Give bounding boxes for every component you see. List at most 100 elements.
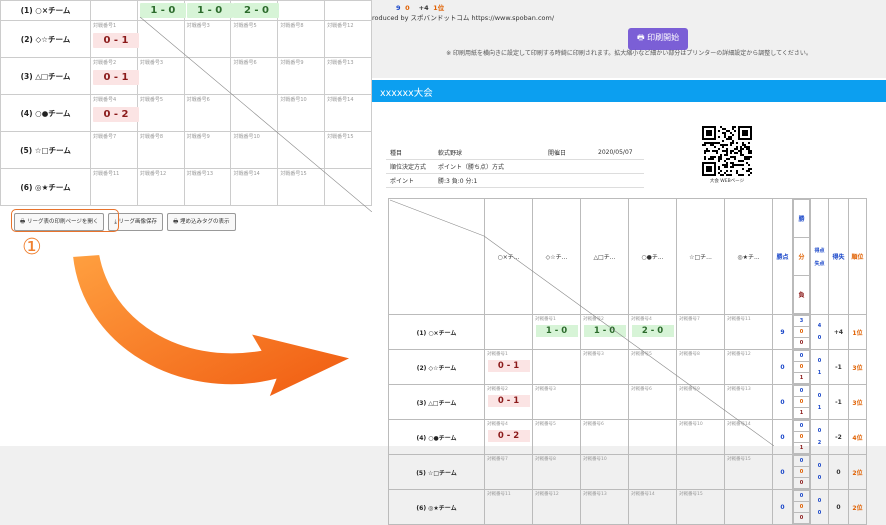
goals-cell: 00 bbox=[810, 454, 829, 490]
diff-header: 得失 bbox=[828, 198, 849, 315]
match-number: 対戦番号11 bbox=[487, 492, 511, 497]
match-cell bbox=[676, 454, 725, 490]
match-number: 対戦番号8 bbox=[535, 457, 556, 462]
tournament-info: 種目 軟式野球 開催日 2020/05/07 順位決定方式 ポイント（勝ち点）方式 ポイント… bbox=[386, 146, 644, 188]
goals-cell: 00 bbox=[810, 489, 829, 525]
match-number: 対戦番号15 bbox=[727, 457, 751, 462]
score: 1 - 0 bbox=[186, 3, 233, 18]
printer-icon: 🖶 bbox=[637, 33, 645, 42]
points-cell: 0 bbox=[772, 454, 793, 490]
team-name: (6) ◎★チーム bbox=[388, 489, 485, 525]
wdl-cell: 300 bbox=[792, 314, 811, 350]
info-cell: 種目 bbox=[386, 146, 434, 160]
team-name: (2) ◇☆チーム bbox=[0, 20, 91, 58]
print-start-button[interactable]: 🖶 印刷開始 bbox=[628, 28, 689, 50]
diff-cell: +4 bbox=[828, 314, 849, 350]
info-cell bbox=[544, 173, 594, 188]
wdl-header: 勝分負 bbox=[792, 198, 811, 315]
info-cell: ポイント bbox=[386, 173, 434, 188]
info-cell: 順位決定方式 bbox=[386, 159, 434, 174]
match-cell: 対戦番号12 bbox=[532, 489, 581, 525]
match-cell bbox=[628, 454, 677, 490]
info-cell: 2020/05/07 bbox=[594, 146, 644, 160]
printer-icon: 🖶 bbox=[173, 219, 179, 225]
match-number: 対戦番号10 bbox=[583, 457, 607, 462]
points-cell: 0 bbox=[772, 349, 793, 385]
info-cell: ポイント（勝ち点）方式 bbox=[434, 159, 544, 174]
diff-cell: -1 bbox=[828, 384, 849, 420]
callout-number: ① bbox=[22, 235, 42, 260]
info-row: 種目 軟式野球 開催日 2020/05/07 bbox=[386, 146, 644, 160]
goals-cell: 40 bbox=[810, 314, 829, 350]
diagonal-line bbox=[139, 17, 372, 212]
info-cell bbox=[594, 159, 644, 174]
wdl-cell: 000 bbox=[792, 489, 811, 525]
goals-cell: 01 bbox=[810, 384, 829, 420]
score: 1 - 0 bbox=[139, 3, 186, 18]
team-name: (3) △□チーム bbox=[0, 57, 91, 95]
info-cell: 勝:3 負:0 分:1 bbox=[434, 173, 544, 188]
info-row: 順位決定方式 ポイント（勝ち点）方式 bbox=[386, 159, 644, 174]
points-cell: 0 bbox=[772, 419, 793, 455]
wdl-cell: 000 bbox=[792, 454, 811, 490]
table-row: (6) ◎★チーム 対戦番号11 対戦番号12 対戦番号13 対戦番号14 対戦番号15 0… bbox=[388, 489, 867, 525]
match-number: 対戦番号12 bbox=[535, 492, 559, 497]
rank-cell: 2位 bbox=[848, 489, 867, 525]
rank-cell: 3位 bbox=[848, 349, 867, 385]
diff-cell: 0 bbox=[828, 489, 849, 525]
print-preview-panel: 9 0 +4 1位 roduced by スポバンドットコム https://w… bbox=[372, 0, 886, 525]
arrow-graphic bbox=[70, 252, 355, 400]
goals-cell: 01 bbox=[810, 349, 829, 385]
match-cell: 対戦番号7 bbox=[484, 454, 533, 490]
match-cell: 対戦番号15 bbox=[676, 489, 725, 525]
info-cell: 開催日 bbox=[544, 146, 594, 160]
tournament-title: xxxxxx大会 bbox=[372, 80, 886, 102]
team-name: (1) ○×チーム bbox=[0, 0, 91, 21]
rank-cell: 3位 bbox=[848, 384, 867, 420]
match-cell: 対戦番号15 bbox=[724, 454, 773, 490]
match-number: 対戦番号15 bbox=[679, 492, 703, 497]
match-cell: 対戦番号13 bbox=[580, 489, 629, 525]
info-cell bbox=[594, 173, 644, 188]
info-row: ポイント 勝:3 負:0 分:1 bbox=[386, 173, 644, 188]
match-cell: 対戦番号10 bbox=[580, 454, 629, 490]
team-name: (5) ☆□チーム bbox=[0, 131, 91, 169]
print-note: ※ 印刷用紙を横向きに設定して印刷する時綺に印刷されます。拡大縮小など細かい部分… bbox=[446, 50, 812, 57]
wdl-cell: 001 bbox=[792, 384, 811, 420]
match-cell: 対戦番号8 bbox=[532, 454, 581, 490]
rank-cell: 4位 bbox=[848, 419, 867, 455]
goals-cell: 02 bbox=[810, 419, 829, 455]
team-name: (4) ○●チーム bbox=[0, 94, 91, 132]
qr-code bbox=[702, 126, 752, 176]
rank-cell: 2位 bbox=[848, 454, 867, 490]
info-cell: 軟式野球 bbox=[434, 146, 544, 160]
wdl-cell: 001 bbox=[792, 419, 811, 455]
embed-tag-button[interactable]: 🖶 埋め込みタグの表示 bbox=[167, 213, 236, 231]
partial-stats: 9 0 +4 1位 bbox=[396, 4, 445, 12]
diagonal-line bbox=[389, 199, 774, 446]
points-header: 勝点 bbox=[772, 198, 793, 315]
goals-header: 得点 失点 bbox=[810, 198, 829, 315]
match-cell: 対戦番号14 bbox=[628, 489, 677, 525]
match-cell: 対戦番号11 bbox=[484, 489, 533, 525]
info-cell bbox=[544, 159, 594, 174]
rank-header: 順位 bbox=[848, 198, 867, 315]
match-number: 対戦番号14 bbox=[631, 492, 655, 497]
produced-by: roduced by スポバンドットコム https://www.spoban.… bbox=[372, 14, 555, 22]
rank-cell: 1位 bbox=[848, 314, 867, 350]
print-controls-band: 9 0 +4 1位 roduced by スポバンドットコム https://w… bbox=[372, 0, 886, 78]
qr-label: 大会 WEBページ bbox=[709, 179, 745, 184]
team-name: (6) ◎★チーム bbox=[0, 168, 91, 206]
match-number: 対戦番号7 bbox=[487, 457, 508, 462]
table-row: (5) ☆□チーム 対戦番号7 対戦番号8 対戦番号10 対戦番号15 0 0 0 0 0 0 0 2位 bbox=[388, 454, 867, 490]
points-cell: 0 bbox=[772, 384, 793, 420]
team-name: (5) ☆□チーム bbox=[388, 454, 485, 490]
diff-cell: -2 bbox=[828, 419, 849, 455]
match-cell bbox=[724, 489, 773, 525]
diff-cell: -1 bbox=[828, 349, 849, 385]
wdl-cell: 001 bbox=[792, 349, 811, 385]
diff-cell: 0 bbox=[828, 454, 849, 490]
match-number: 対戦番号13 bbox=[583, 492, 607, 497]
score: 2 - 0 bbox=[233, 3, 280, 18]
points-cell: 0 bbox=[772, 489, 793, 525]
